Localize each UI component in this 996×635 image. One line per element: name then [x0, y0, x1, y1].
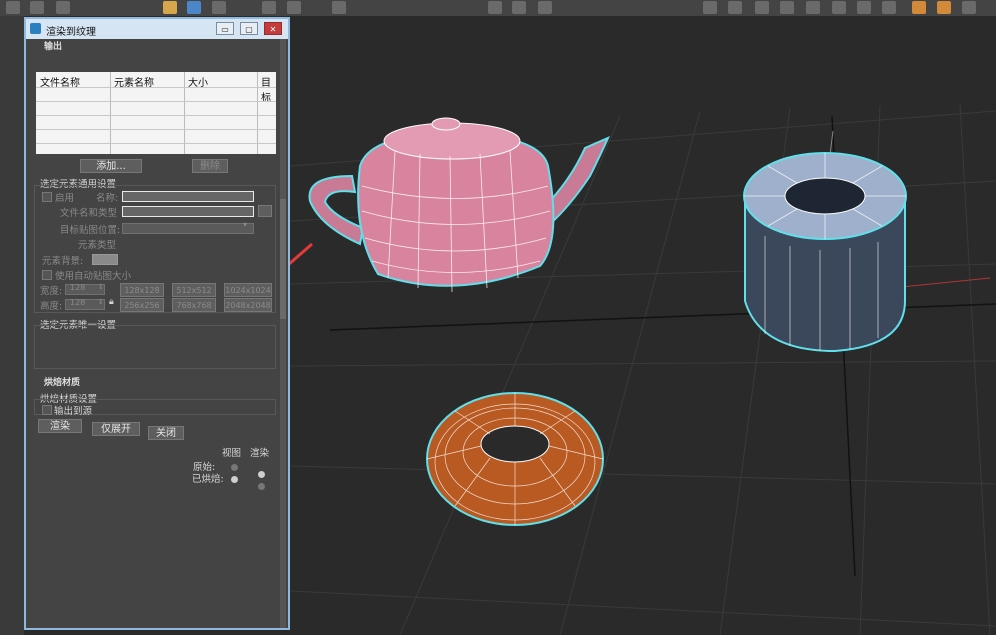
- render-icon[interactable]: [912, 1, 926, 14]
- original-view-radio[interactable]: [231, 464, 238, 471]
- height-value: 128: [70, 298, 86, 307]
- auto-map-size-label: 使用自动贴图大小: [55, 271, 132, 282]
- col-header-target[interactable]: 目标: [261, 74, 276, 104]
- material-editor-icon[interactable]: [832, 1, 846, 14]
- row-baked-label: 已烘焙:: [192, 474, 224, 485]
- size-preset-128[interactable]: 128x128: [120, 283, 164, 297]
- size-preset-768[interactable]: 768x768: [172, 298, 216, 312]
- target-map-slot-label: 目标贴图位置:: [60, 225, 121, 236]
- angle-snap-icon[interactable]: [512, 1, 526, 14]
- spinner-arrows-icon: ↕: [98, 298, 104, 306]
- element-bg-label: 元素背景:: [42, 256, 84, 267]
- delete-button[interactable]: 删除: [192, 159, 228, 173]
- left-command-strip: [0, 16, 24, 635]
- baked-view-radio[interactable]: [231, 476, 238, 483]
- lock-icon[interactable]: 🔒︎: [109, 297, 114, 307]
- baked-render-radio[interactable]: [258, 483, 265, 490]
- render-iterative-icon[interactable]: [937, 1, 951, 14]
- row-divider: [36, 101, 276, 102]
- element-bg-swatch[interactable]: [92, 254, 118, 265]
- row-divider: [36, 87, 276, 88]
- name-field[interactable]: [122, 191, 254, 202]
- size-preset-1024[interactable]: 1024x1024: [224, 283, 272, 297]
- graph-editor-icon[interactable]: [780, 1, 794, 14]
- render-to-texture-dialog: 渲染到纹理 ▭ ▢ ✕ 输出 文件名称 元素名称 大小 目标 添加... 删除 …: [24, 17, 290, 630]
- size-preset-256[interactable]: 256x256: [120, 298, 164, 312]
- maximize-button[interactable]: ▢: [240, 22, 258, 35]
- align-icon[interactable]: [728, 1, 742, 14]
- width-label: 宽度:: [40, 286, 63, 297]
- row-divider: [36, 129, 276, 130]
- unique-settings-group: [34, 325, 276, 369]
- select-region-icon[interactable]: [187, 1, 201, 14]
- col-divider: [110, 72, 111, 154]
- rotate-icon[interactable]: [287, 1, 301, 14]
- target-map-slot-dropdown[interactable]: [122, 223, 254, 234]
- minimize-button[interactable]: ▭: [216, 22, 234, 35]
- percent-snap-icon[interactable]: [538, 1, 552, 14]
- undo-icon[interactable]: [6, 1, 20, 14]
- dialog-title: 渲染到纹理: [46, 27, 96, 38]
- col-render-label: 渲染: [250, 448, 270, 459]
- output-to-source-checkbox[interactable]: [42, 405, 52, 415]
- scale-icon[interactable]: [332, 1, 346, 14]
- output-to-source-label: 输出到源: [54, 406, 93, 417]
- col-divider: [257, 72, 258, 154]
- close-button[interactable]: 关闭: [148, 426, 184, 440]
- output-rollout-header[interactable]: 输出: [44, 39, 62, 52]
- row-divider: [36, 143, 276, 144]
- teapot-mesh[interactable]: [308, 117, 610, 293]
- col-divider: [184, 72, 185, 154]
- baked-material-rollout-header[interactable]: 烘焙材质: [44, 375, 80, 388]
- move-icon[interactable]: [262, 1, 276, 14]
- dialog-body: 输出 文件名称 元素名称 大小 目标 添加... 删除 选定元素通用设置 启用 …: [30, 39, 282, 628]
- torus-mesh[interactable]: [426, 392, 604, 526]
- link-icon[interactable]: [56, 1, 70, 14]
- render-setup-icon[interactable]: [857, 1, 871, 14]
- row-divider: [36, 115, 276, 116]
- element-type-label: 元素类型: [78, 240, 117, 251]
- file-name-type-field[interactable]: [122, 206, 254, 217]
- auto-map-size-checkbox[interactable]: [42, 270, 52, 280]
- select-object-icon[interactable]: [163, 1, 177, 14]
- name-label: 名称:: [96, 193, 119, 204]
- unwrap-only-button[interactable]: 仅展开: [92, 422, 140, 436]
- mirror-icon[interactable]: [703, 1, 717, 14]
- render-frame-icon[interactable]: [882, 1, 896, 14]
- width-value: 128: [70, 283, 86, 292]
- enable-label: 启用: [55, 193, 75, 204]
- scrollbar-thumb[interactable]: [280, 199, 286, 319]
- original-render-radio[interactable]: [258, 471, 265, 478]
- height-label: 高度:: [40, 301, 63, 312]
- enable-checkbox[interactable]: [42, 192, 52, 202]
- redo-icon[interactable]: [30, 1, 44, 14]
- chevron-down-icon: ▾: [243, 220, 248, 229]
- dialog-scrollbar[interactable]: [280, 39, 286, 628]
- add-button[interactable]: 添加...: [80, 159, 142, 173]
- file-name-type-label: 文件名和类型: [60, 208, 118, 219]
- size-preset-2048[interactable]: 2048x2048: [224, 298, 272, 312]
- main-toolbar: [0, 0, 996, 17]
- size-preset-512[interactable]: 512x512: [172, 283, 216, 297]
- render-active-icon[interactable]: [962, 1, 976, 14]
- file-browse-button[interactable]: [258, 205, 272, 217]
- close-window-button[interactable]: ✕: [264, 22, 282, 35]
- tube-mesh[interactable]: [743, 152, 907, 353]
- spinner-arrows-icon: ↕: [98, 283, 104, 291]
- snap-icon[interactable]: [488, 1, 502, 14]
- app-icon: [30, 23, 41, 34]
- render-button[interactable]: 渲染: [38, 419, 82, 433]
- output-table[interactable]: 文件名称 元素名称 大小 目标: [36, 72, 276, 154]
- layer-icon[interactable]: [755, 1, 769, 14]
- col-view-label: 视图: [222, 448, 242, 459]
- window-crossing-icon[interactable]: [212, 1, 226, 14]
- schematic-icon[interactable]: [806, 1, 820, 14]
- dialog-titlebar[interactable]: 渲染到纹理 ▭ ▢ ✕: [26, 19, 288, 39]
